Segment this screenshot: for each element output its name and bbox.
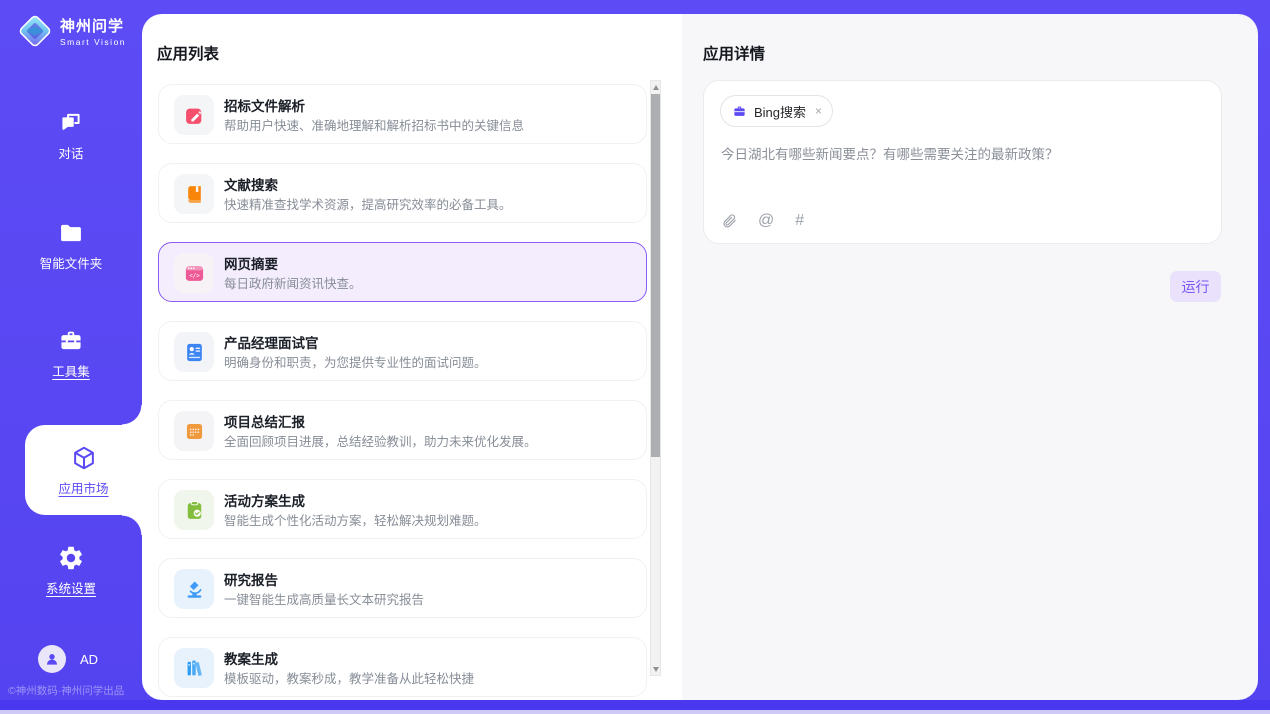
cube-icon (69, 443, 99, 473)
tool-chip-label: Bing搜索 (754, 102, 806, 121)
app-card[interactable]: 教案生成 模板驱动，教案秒成，教学准备从此轻松快捷 (158, 637, 647, 697)
clipboard-check-icon (174, 490, 214, 530)
app-card-title: 教案生成 (224, 648, 278, 668)
person-icon (43, 650, 61, 668)
sidebar-item-settings[interactable]: 系统设置 (0, 543, 142, 597)
app-window: 神州问学 Smart Vision 对话 智能文件夹 (0, 0, 1270, 714)
tab-curve-top (122, 405, 142, 425)
svg-text:</>: </> (189, 273, 200, 279)
app-detail-title: 应用详情 (703, 42, 765, 64)
sidebar-item-label: 工具集 (52, 361, 90, 380)
app-card-description: 智能生成个性化活动方案，轻松解决规划难题。 (224, 510, 487, 529)
app-card-description: 一键智能生成高质量长文本研究报告 (224, 589, 424, 608)
run-button[interactable]: 运行 (1170, 271, 1221, 302)
app-card-title: 研究报告 (224, 569, 278, 589)
brand-subtitle: Smart Vision (60, 37, 126, 47)
app-card-description: 每日政府新闻资讯快查。 (224, 273, 362, 292)
app-card-description: 快速精准查找学术资源，提高研究效率的必备工具。 (224, 194, 512, 213)
paperclip-icon[interactable] (721, 213, 737, 229)
app-card[interactable]: 项目总结汇报 全面回顾项目进展，总结经验教训，助力未来优化发展。 (158, 400, 647, 460)
toolbox-icon (56, 326, 86, 356)
prompt-card: Bing搜索 × 今日湖北有哪些新闻要点？有哪些需要关注的最新政策？ @ # (703, 80, 1222, 244)
report-note-icon (174, 411, 214, 451)
scrollbar[interactable] (650, 80, 661, 676)
app-card-description: 帮助用户快速、准确地理解和解析招标书中的关键信息 (224, 115, 524, 134)
app-card-title: 产品经理面试官 (224, 332, 319, 352)
user-initials: AD (80, 652, 98, 667)
app-card-title: 文献搜索 (224, 174, 278, 194)
chat-icon (56, 108, 86, 138)
brand-logo: 神州问学 Smart Vision (16, 12, 126, 50)
app-card-description: 全面回顾项目进展，总结经验教训，助力未来优化发展。 (224, 431, 537, 450)
app-card[interactable]: 产品经理面试官 明确身份和职责，为您提供专业性的面试问题。 (158, 321, 647, 381)
sidebar-item-smart-folder[interactable]: 智能文件夹 (0, 218, 142, 272)
app-card[interactable]: 活动方案生成 智能生成个性化活动方案，轻松解决规划难题。 (158, 479, 647, 539)
gear-icon (56, 543, 86, 573)
app-card-title: 招标文件解析 (224, 95, 305, 115)
bottom-edge (0, 710, 1270, 714)
copyright-text: ©神州数码·神州问学出品 (8, 683, 124, 698)
app-list-title: 应用列表 (157, 42, 219, 64)
hash-icon[interactable]: # (795, 213, 804, 229)
diamond-logo-icon (16, 12, 54, 50)
sidebar-item-app-market[interactable]: 应用市场 (25, 425, 142, 515)
folder-icon (56, 218, 86, 248)
app-list-panel: 应用列表 招标文件解析 帮助用户快速、准确地理解和解析招标书中的关键信息 文献搜… (142, 14, 682, 700)
interviewer-icon (174, 332, 214, 372)
app-card[interactable]: 招标文件解析 帮助用户快速、准确地理解和解析招标书中的关键信息 (158, 84, 647, 144)
app-card-title: 项目总结汇报 (224, 411, 305, 431)
app-card-title: 网页摘要 (224, 253, 278, 273)
book-icon (174, 174, 214, 214)
app-card-description: 模板驱动，教案秒成，教学准备从此轻松快捷 (224, 668, 474, 687)
sidebar-item-toolset[interactable]: 工具集 (0, 326, 142, 380)
app-card[interactable]: </> 网页摘要 每日政府新闻资讯快查。 (158, 242, 647, 302)
brand-name: 神州问学 (60, 15, 126, 36)
tab-curve-bottom (122, 515, 142, 535)
doc-pen-icon (174, 95, 214, 135)
attachment-toolbar: @ # (721, 213, 804, 229)
sidebar-item-label: 应用市场 (58, 478, 108, 497)
briefcase-icon (732, 104, 747, 119)
sidebar-item-chat[interactable]: 对话 (0, 108, 142, 162)
bottom-bar (0, 700, 1270, 710)
microscope-icon (174, 569, 214, 609)
books-icon (174, 648, 214, 688)
user-account[interactable]: AD (38, 645, 98, 673)
scroll-down-button[interactable] (651, 663, 660, 675)
sidebar: 神州问学 Smart Vision 对话 智能文件夹 (0, 0, 142, 700)
scroll-up-button[interactable] (651, 81, 660, 93)
close-icon[interactable]: × (815, 104, 822, 118)
app-card-description: 明确身份和职责，为您提供专业性的面试问题。 (224, 352, 487, 371)
browser-code-icon: </> (174, 253, 214, 293)
scroll-thumb[interactable] (651, 94, 660, 457)
sidebar-item-label: 智能文件夹 (40, 253, 103, 272)
tool-chip-bing-search[interactable]: Bing搜索 × (720, 95, 833, 127)
prompt-input[interactable]: 今日湖北有哪些新闻要点？有哪些需要关注的最新政策？ (721, 145, 1201, 165)
sidebar-item-label: 对话 (58, 143, 83, 162)
mention-icon[interactable]: @ (758, 213, 774, 229)
sidebar-item-label: 系统设置 (46, 578, 96, 597)
app-card-list: 招标文件解析 帮助用户快速、准确地理解和解析招标书中的关键信息 文献搜索 快速精… (158, 84, 647, 697)
app-detail-panel: 应用详情 Bing搜索 × 今日湖北有哪些新闻要点？有哪些需要关注的最新政策？ … (682, 14, 1258, 700)
app-card-title: 活动方案生成 (224, 490, 305, 510)
app-card[interactable]: 文献搜索 快速精准查找学术资源，提高研究效率的必备工具。 (158, 163, 647, 223)
app-card[interactable]: 研究报告 一键智能生成高质量长文本研究报告 (158, 558, 647, 618)
avatar (38, 645, 66, 673)
